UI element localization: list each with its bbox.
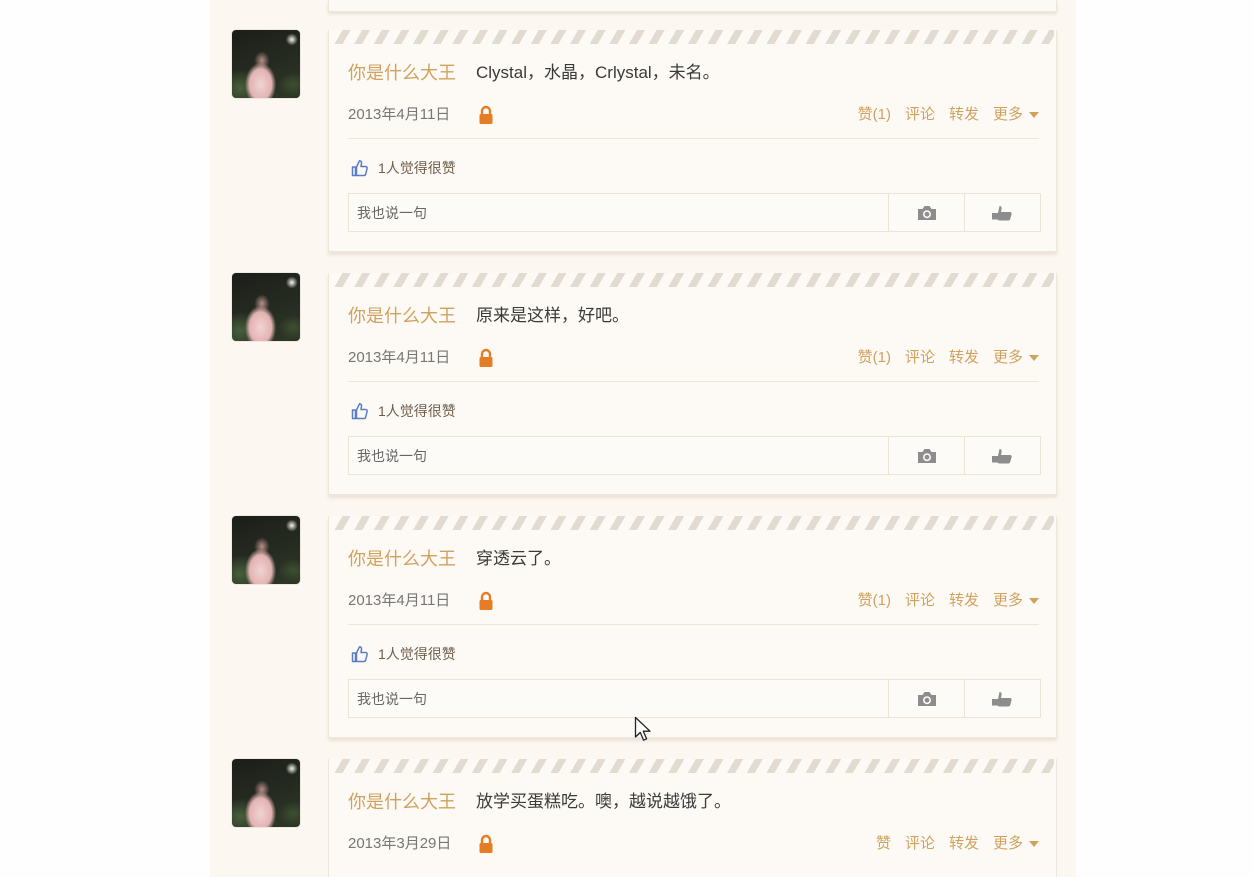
caret-down-icon [1029, 355, 1039, 361]
post-content: 穿透云了。 [476, 549, 561, 568]
forward-button[interactable]: 转发 [949, 348, 979, 368]
card-stripe-border [331, 759, 1054, 773]
divider [348, 624, 1039, 625]
reply-input[interactable] [349, 437, 889, 474]
reply-bar [348, 679, 1041, 718]
post-date: 2013年3月29日 [348, 835, 452, 852]
divider [348, 138, 1039, 139]
reply-extra-button[interactable] [965, 194, 1040, 231]
reply-extra-button[interactable] [965, 680, 1040, 717]
comment-button[interactable]: 评论 [905, 348, 935, 368]
post-date: 2013年4月11日 [348, 106, 451, 123]
author-name-link[interactable]: 你是什么大王 [348, 61, 456, 85]
mouse-cursor [634, 716, 652, 744]
lock-icon [478, 348, 494, 368]
card-stripe-border [331, 273, 1054, 287]
post-card: 你是什么大王 放学买蛋糕吃。噢，越说越饿了。 2013年3月29日 赞 评论 转… [328, 759, 1057, 877]
likes-summary: 1人觉得很赞 [351, 644, 456, 664]
more-menu-button[interactable]: 更多 [993, 591, 1039, 611]
like-button[interactable]: 赞(1) [858, 348, 891, 368]
post-card: 你是什么大王 Clystal，水晶，Crlystal，未名。 2013年4月11… [328, 30, 1057, 252]
post-actions: 赞(1) 评论 转发 更多 [858, 105, 1039, 125]
like-button[interactable]: 赞(1) [858, 591, 891, 611]
qzone-feed-page: 你是什么大王 Clystal，水晶，Crlystal，未名。 2013年4月11… [0, 0, 1253, 877]
hand-icon [991, 691, 1012, 706]
author-name-link[interactable]: 你是什么大王 [348, 790, 456, 814]
more-menu-button[interactable]: 更多 [993, 348, 1039, 368]
card-stripe-border [331, 516, 1054, 530]
post-actions: 赞(1) 评论 转发 更多 [858, 591, 1039, 611]
more-label: 更多 [992, 349, 1023, 366]
post-content: 原来是这样，好吧。 [476, 306, 629, 325]
reply-bar [348, 436, 1041, 475]
more-label: 更多 [992, 106, 1023, 123]
likes-count-link[interactable]: 1人觉得很赞 [378, 158, 456, 178]
forward-button[interactable]: 转发 [949, 105, 979, 125]
more-menu-button[interactable]: 更多 [993, 105, 1039, 125]
avatar[interactable] [232, 273, 300, 341]
lock-icon [478, 834, 494, 854]
author-name-link[interactable]: 你是什么大王 [348, 547, 456, 571]
camera-icon [917, 691, 936, 706]
likes-summary: 1人觉得很赞 [351, 158, 456, 178]
post-card: 你是什么大王 原来是这样，好吧。 2013年4月11日 赞(1) 评论 转发 更… [328, 273, 1057, 495]
lock-icon [478, 105, 494, 125]
thumb-up-icon [351, 402, 369, 420]
comment-button[interactable]: 评论 [905, 834, 935, 854]
like-button[interactable]: 赞 [876, 834, 891, 854]
avatar[interactable] [232, 516, 300, 584]
forward-button[interactable]: 转发 [949, 834, 979, 854]
forward-button[interactable]: 转发 [949, 591, 979, 611]
more-label: 更多 [992, 592, 1023, 609]
card-stripe-border [331, 30, 1054, 44]
post-actions: 赞 评论 转发 更多 [876, 834, 1039, 854]
likes-count-link[interactable]: 1人觉得很赞 [378, 401, 456, 421]
caret-down-icon [1029, 112, 1039, 118]
reply-input[interactable] [349, 680, 889, 717]
like-button[interactable]: 赞(1) [858, 105, 891, 125]
post-content: 放学买蛋糕吃。噢，越说越饿了。 [476, 792, 731, 811]
post-actions: 赞(1) 评论 转发 更多 [858, 348, 1039, 368]
reply-input[interactable] [349, 194, 889, 231]
insert-image-button[interactable] [889, 437, 965, 474]
thumb-up-icon [351, 645, 369, 663]
hand-icon [991, 205, 1012, 220]
insert-image-button[interactable] [889, 194, 965, 231]
reply-extra-button[interactable] [965, 437, 1040, 474]
camera-icon [917, 448, 936, 463]
caret-down-icon [1029, 841, 1039, 847]
camera-icon [917, 205, 936, 220]
comment-button[interactable]: 评论 [905, 105, 935, 125]
more-label: 更多 [992, 835, 1023, 852]
avatar[interactable] [232, 759, 300, 827]
likes-count-link[interactable]: 1人觉得很赞 [378, 644, 456, 664]
insert-image-button[interactable] [889, 680, 965, 717]
comment-button[interactable]: 评论 [905, 591, 935, 611]
lock-icon [478, 591, 494, 611]
post-date: 2013年4月11日 [348, 349, 451, 366]
thumb-up-icon [351, 159, 369, 177]
author-name-link[interactable]: 你是什么大王 [348, 304, 456, 328]
hand-icon [991, 448, 1012, 463]
likes-summary: 1人觉得很赞 [351, 401, 456, 421]
previous-post-card-bottom [328, 0, 1057, 12]
post-content: Clystal，水晶，Crlystal，未名。 [476, 63, 720, 82]
post-date: 2013年4月11日 [348, 592, 451, 609]
more-menu-button[interactable]: 更多 [993, 834, 1039, 854]
avatar[interactable] [232, 30, 300, 98]
reply-bar [348, 193, 1041, 232]
post-card: 你是什么大王 穿透云了。 2013年4月11日 赞(1) 评论 转发 更多 1人… [328, 516, 1057, 738]
caret-down-icon [1029, 598, 1039, 604]
divider [348, 381, 1039, 382]
